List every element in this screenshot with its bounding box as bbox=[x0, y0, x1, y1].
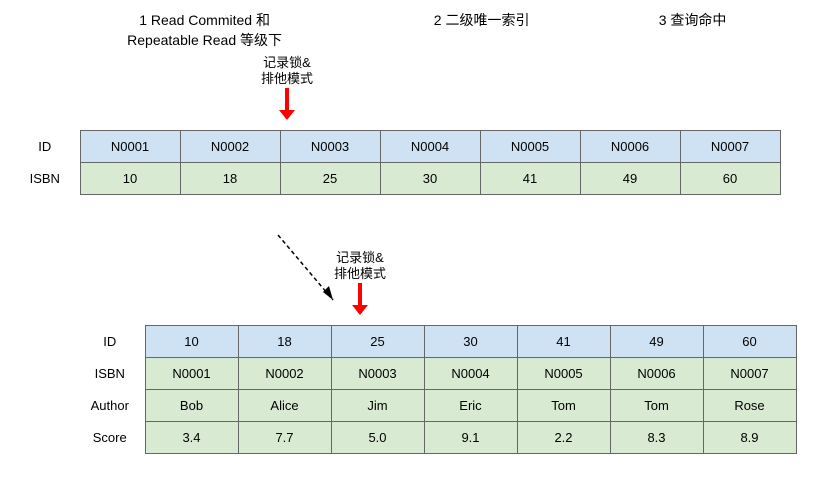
lock-annotation-1: 记录锁& 排他模式 bbox=[252, 55, 322, 118]
table2-score-cell: 5.0 bbox=[331, 422, 424, 454]
table1-isbn-row: ISBN 10 18 25 30 41 49 60 bbox=[20, 163, 780, 195]
lock-annotation-1-line2: 排他模式 bbox=[252, 71, 322, 87]
table2-id-cell: 41 bbox=[517, 326, 610, 358]
table2-author-cell: Tom bbox=[610, 390, 703, 422]
table2-author-cell: Tom bbox=[517, 390, 610, 422]
table1-id-cell: N0003 bbox=[280, 131, 380, 163]
table2-score-cell: 7.7 bbox=[238, 422, 331, 454]
table2-id-cell: 25 bbox=[331, 326, 424, 358]
table1-id-row: ID N0001 N0002 N0003 N0004 N0005 N0006 N… bbox=[20, 131, 780, 163]
table2-isbn-row: ISBN N0001 N0002 N0003 N0004 N0005 N0006… bbox=[85, 358, 796, 390]
table1-id-cell: N0007 bbox=[680, 131, 780, 163]
table2-id-label: ID bbox=[85, 326, 145, 358]
lock-annotation-2-line2: 排他模式 bbox=[325, 266, 395, 282]
table2-score-row: Score 3.4 7.7 5.0 9.1 2.2 8.3 8.9 bbox=[85, 422, 796, 454]
table2-author-cell: Eric bbox=[424, 390, 517, 422]
table2-author-cell: Jim bbox=[331, 390, 424, 422]
table2-author-cell: Alice bbox=[238, 390, 331, 422]
table2-id-cell: 18 bbox=[238, 326, 331, 358]
table1-id-cell: N0001 bbox=[80, 131, 180, 163]
table1-id-cell: N0005 bbox=[480, 131, 580, 163]
table2-score-cell: 2.2 bbox=[517, 422, 610, 454]
table2-author-row: Author Bob Alice Jim Eric Tom Tom Rose bbox=[85, 390, 796, 422]
secondary-index-table: ID N0001 N0002 N0003 N0004 N0005 N0006 N… bbox=[20, 130, 781, 195]
header-2: 2 二级唯一索引 bbox=[434, 10, 530, 50]
table2-id-cell: 60 bbox=[703, 326, 796, 358]
lock-annotation-2: 记录锁& 排他模式 bbox=[325, 250, 395, 313]
arrow-down-icon bbox=[285, 88, 289, 118]
table2-id-row: ID 10 18 25 30 41 49 60 bbox=[85, 326, 796, 358]
table2-id-cell: 49 bbox=[610, 326, 703, 358]
table1-isbn-cell: 49 bbox=[580, 163, 680, 195]
table2-author-label: Author bbox=[85, 390, 145, 422]
table1-id-cell: N0006 bbox=[580, 131, 680, 163]
table1-isbn-cell: 30 bbox=[380, 163, 480, 195]
table2-score-cell: 9.1 bbox=[424, 422, 517, 454]
table2-id-cell: 30 bbox=[424, 326, 517, 358]
table1-id-label: ID bbox=[20, 131, 80, 163]
table1-id-cell: N0004 bbox=[380, 131, 480, 163]
table1-isbn-cell: 10 bbox=[80, 163, 180, 195]
table2-isbn-cell: N0003 bbox=[331, 358, 424, 390]
table2-isbn-cell: N0006 bbox=[610, 358, 703, 390]
table2-id-cell: 10 bbox=[145, 326, 238, 358]
table1-isbn-label: ISBN bbox=[20, 163, 80, 195]
table2-score-cell: 8.9 bbox=[703, 422, 796, 454]
condition-headers: 1 Read Commited 和 Repeatable Read 等级下 2 … bbox=[0, 0, 831, 50]
header-1: 1 Read Commited 和 Repeatable Read 等级下 bbox=[105, 10, 305, 50]
lock-annotation-1-line1: 记录锁& bbox=[252, 55, 322, 71]
arrow-down-icon bbox=[358, 283, 362, 313]
table2-isbn-cell: N0004 bbox=[424, 358, 517, 390]
table2-score-cell: 8.3 bbox=[610, 422, 703, 454]
table2-isbn-cell: N0007 bbox=[703, 358, 796, 390]
lock-annotation-2-line1: 记录锁& bbox=[325, 250, 395, 266]
table1-isbn-cell: 18 bbox=[180, 163, 280, 195]
table1-isbn-cell: 41 bbox=[480, 163, 580, 195]
table2-isbn-label: ISBN bbox=[85, 358, 145, 390]
table2-isbn-cell: N0002 bbox=[238, 358, 331, 390]
primary-table: ID 10 18 25 30 41 49 60 ISBN N0001 N0002… bbox=[85, 325, 797, 454]
table1-id-cell: N0002 bbox=[180, 131, 280, 163]
table2-author-cell: Rose bbox=[703, 390, 796, 422]
table2-author-cell: Bob bbox=[145, 390, 238, 422]
table2-isbn-cell: N0005 bbox=[517, 358, 610, 390]
table2-score-cell: 3.4 bbox=[145, 422, 238, 454]
table1-isbn-cell: 60 bbox=[680, 163, 780, 195]
table2-score-label: Score bbox=[85, 422, 145, 454]
table2-isbn-cell: N0001 bbox=[145, 358, 238, 390]
table1-isbn-cell: 25 bbox=[280, 163, 380, 195]
header-3: 3 查询命中 bbox=[659, 10, 727, 50]
